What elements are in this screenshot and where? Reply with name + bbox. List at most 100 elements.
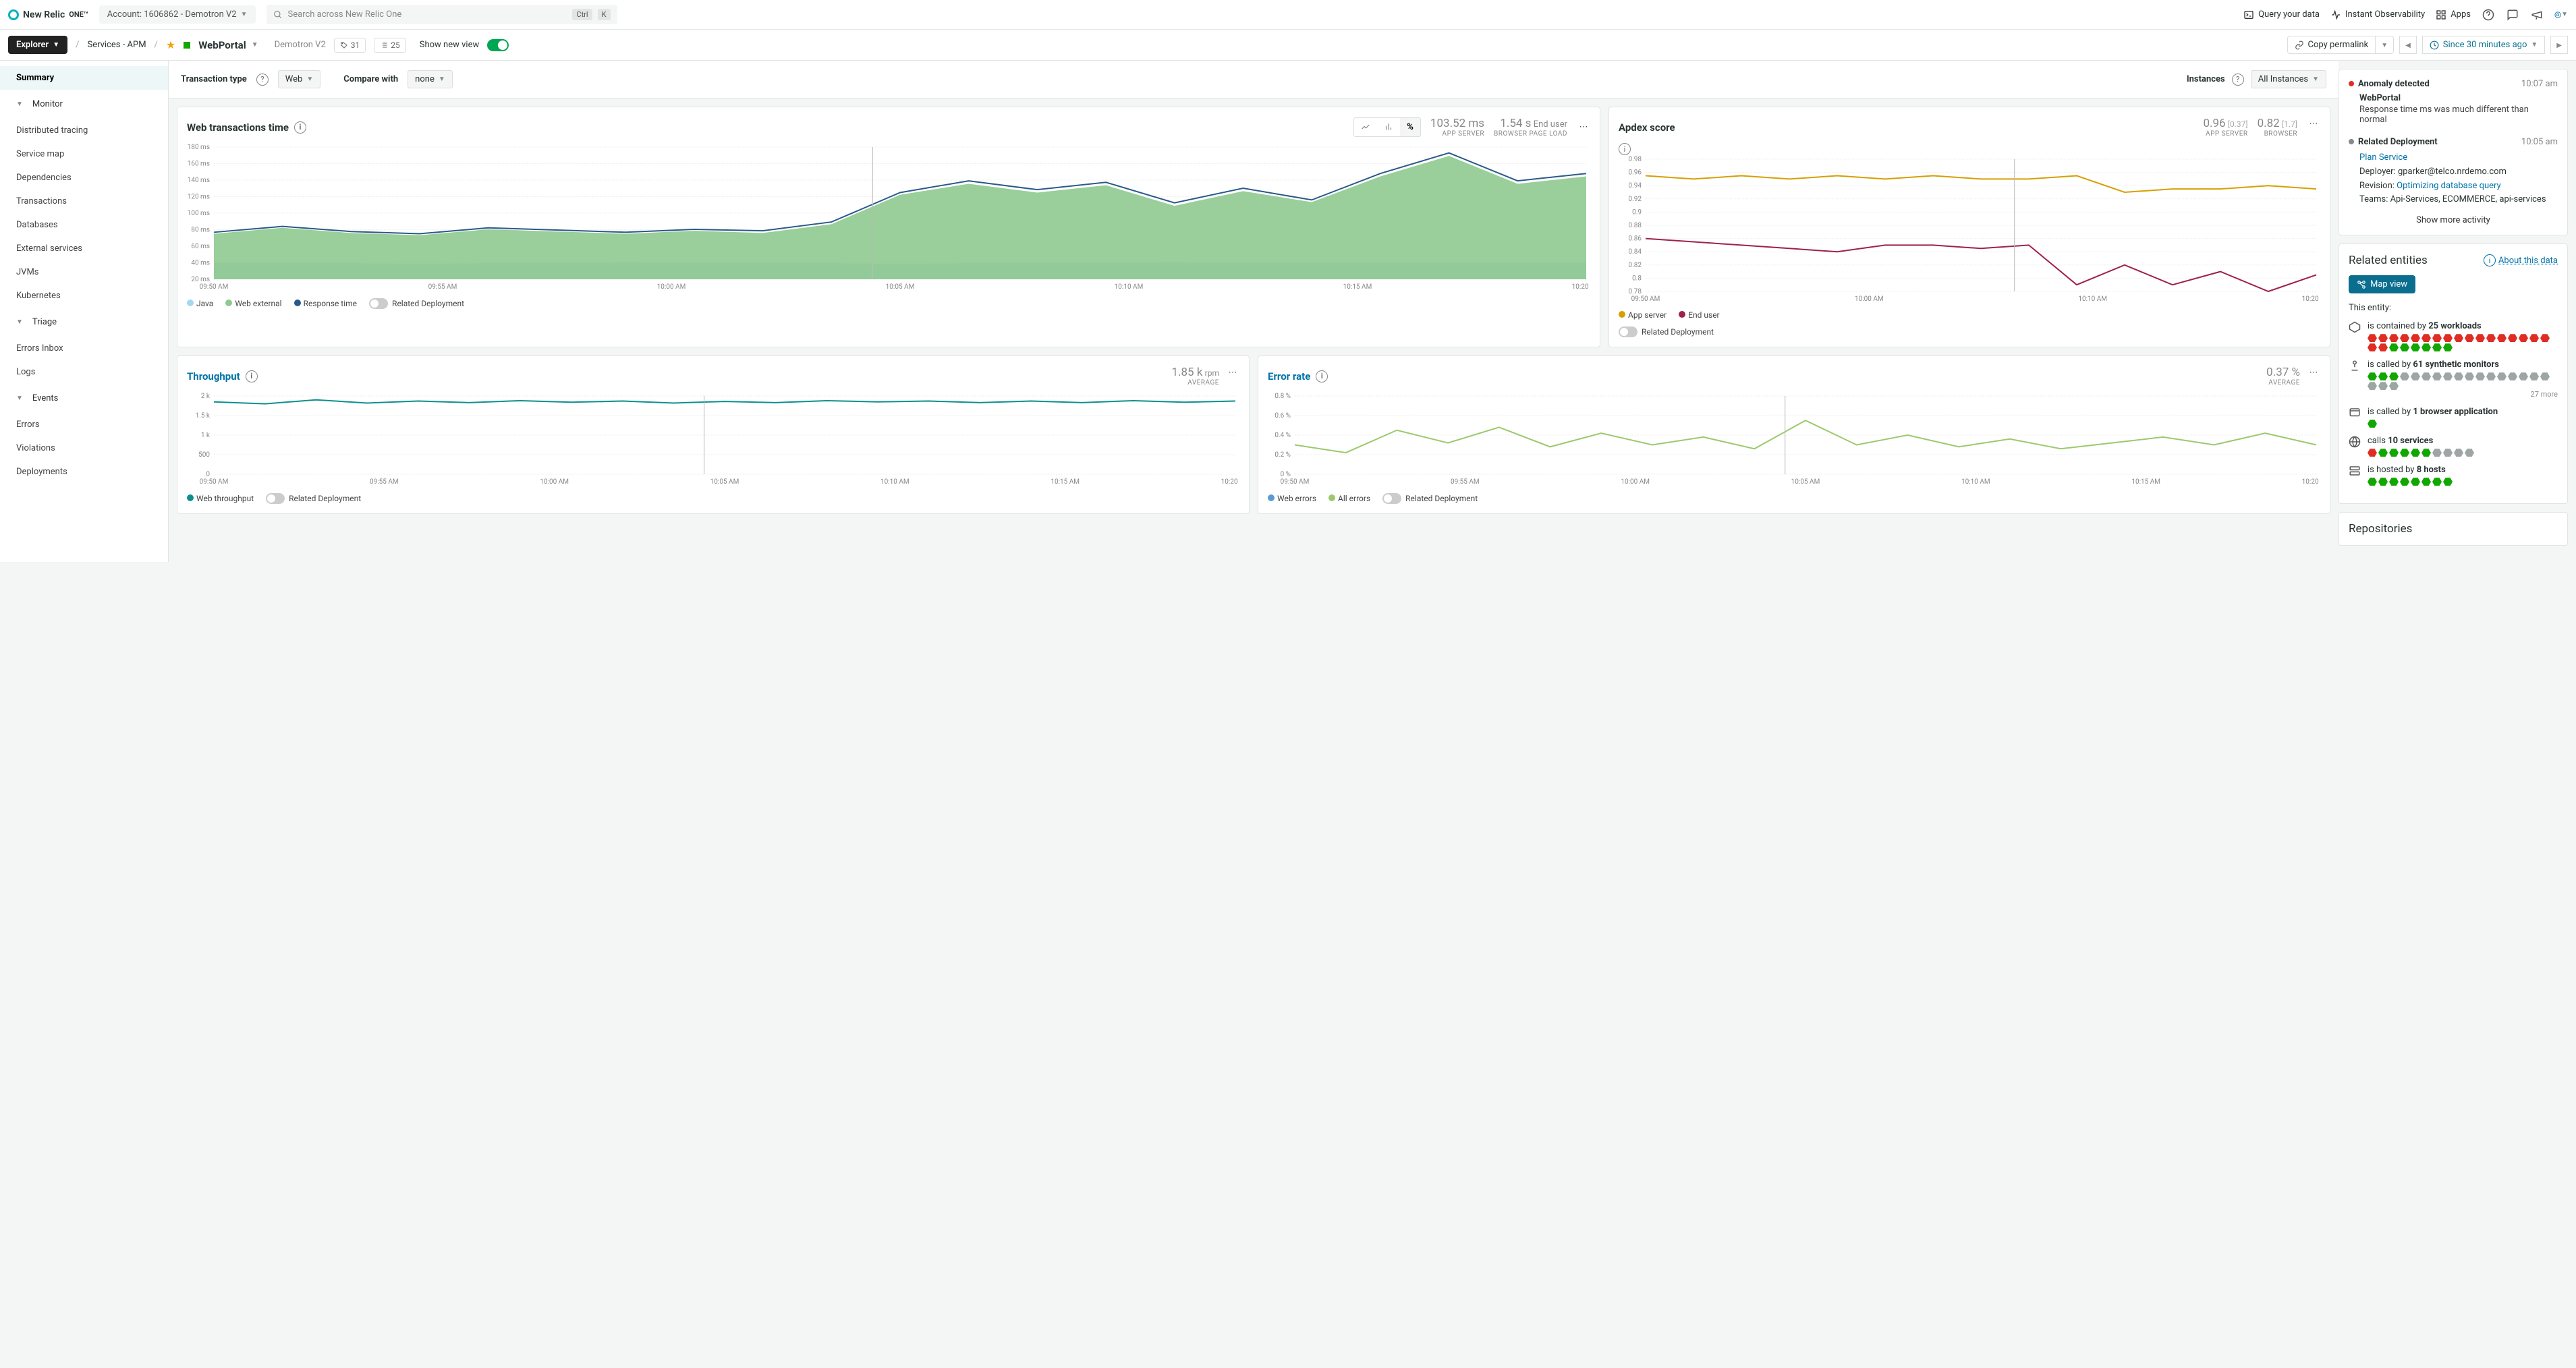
card-title[interactable]: Throughputi (187, 370, 258, 382)
sidebar-item[interactable]: Dependencies (0, 166, 168, 190)
sidebar-item[interactable]: JVMs (0, 260, 168, 284)
line-view-icon[interactable] (1354, 118, 1377, 136)
sidebar-item[interactable]: Errors (0, 413, 168, 436)
info-icon[interactable]: i (294, 121, 306, 134)
instant-obs-link[interactable]: Instant Observability (2330, 9, 2425, 20)
info-icon[interactable]: i (1316, 370, 1328, 382)
svg-text:09:55 AM: 09:55 AM (370, 478, 399, 486)
user-menu[interactable]: ▼ (2554, 8, 2568, 22)
sidebar-item[interactable]: Deployments (0, 460, 168, 484)
time-next[interactable]: ▶ (2550, 36, 2568, 54)
card-title[interactable]: Error ratei (1268, 370, 1328, 382)
entity-browser[interactable]: is called by 1 browser application (2349, 407, 2558, 428)
time-label: Since 30 minutes ago (2443, 40, 2527, 50)
svg-text:10:05 AM: 10:05 AM (710, 478, 739, 486)
show-more-link[interactable]: Show more activity (2349, 207, 2558, 225)
deploy-toggle[interactable] (266, 493, 285, 504)
about-data-link[interactable]: About this data (2498, 256, 2558, 266)
sidebar-item-summary[interactable]: Summary (0, 66, 168, 90)
svg-text:10:10 AM: 10:10 AM (880, 478, 909, 486)
svg-text:0.6 %: 0.6 % (1275, 412, 1291, 420)
list-icon (380, 41, 388, 49)
entity-synthetic[interactable]: is called by 61 synthetic monitors 27 mo… (2349, 360, 2558, 399)
deploy-service-link[interactable]: Plan Service (2359, 151, 2558, 165)
help-icon[interactable]: ? (256, 74, 269, 86)
service-selector[interactable]: WebPortal ▼ (198, 39, 258, 51)
browser-sub: BROWSER PAGE LOAD (1494, 130, 1567, 138)
list-pill[interactable]: 25 (374, 38, 406, 53)
more-icon[interactable]: ⋯ (1226, 366, 1239, 379)
logo[interactable]: New Relic ONE™ (8, 9, 88, 20)
time-prev[interactable]: ◀ (2399, 36, 2417, 54)
breadcrumb-services[interactable]: Services - APM (87, 40, 146, 50)
error-chart[interactable]: 0 %0.2 %0.4 %0.6 %0.8 %09:50 AM09:55 AM1… (1268, 392, 2320, 486)
sidebar-item[interactable]: Databases (0, 213, 168, 237)
svg-text:0.8: 0.8 (1632, 275, 1642, 282)
show-new-toggle[interactable] (487, 39, 509, 51)
bar-view-icon[interactable] (1377, 118, 1400, 136)
map-view-button[interactable]: Map view (2349, 275, 2415, 293)
sidebar-item[interactable]: Distributed tracing (0, 119, 168, 142)
star-icon[interactable]: ★ (166, 38, 175, 51)
svg-text:0.82: 0.82 (1629, 262, 1642, 269)
sidebar-item[interactable]: Transactions (0, 190, 168, 213)
svg-text:0.96: 0.96 (1629, 169, 1642, 177)
instances-select[interactable]: All Instances▼ (2251, 70, 2326, 88)
allerr-dot (1328, 494, 1335, 501)
copy-permalink-button[interactable]: Copy permalink (2287, 36, 2376, 54)
global-search[interactable]: Search across New Relic One Ctrl K (267, 5, 617, 24)
permalink-dropdown[interactable]: ▼ (2376, 36, 2394, 54)
deploy-toggle[interactable] (369, 298, 388, 309)
more-icon[interactable]: ⋯ (2307, 117, 2320, 130)
entity-hosts[interactable]: is hosted by 8 hosts (2349, 465, 2558, 486)
svg-text:0.94: 0.94 (1629, 182, 1642, 190)
time-picker[interactable]: Since 30 minutes ago ▼ (2422, 36, 2546, 54)
announce-icon[interactable] (2530, 8, 2544, 22)
info-icon[interactable]: i (1619, 143, 1631, 155)
app-server-time: 103.52 ms (1430, 117, 1484, 130)
explorer-button[interactable]: Explorer ▼ (8, 36, 67, 54)
clock-icon (2430, 40, 2439, 50)
sidebar-section-events[interactable]: ▼ Events (0, 384, 168, 413)
entity-services[interactable]: calls 10 services (2349, 436, 2558, 457)
pct-view[interactable]: % (1400, 118, 1420, 136)
compare-select[interactable]: none▼ (408, 70, 453, 88)
apps-link[interactable]: Apps (2436, 9, 2471, 20)
sidebar-item[interactable]: External services (0, 237, 168, 260)
more-icon[interactable]: ⋯ (2307, 366, 2320, 379)
web-transactions-card: Web transactions time i % 103.52 ms (177, 107, 1600, 347)
apdex-chart[interactable]: 0.780.80.820.840.860.880.90.920.940.960.… (1619, 155, 2320, 304)
sidebar-item[interactable]: Violations (0, 436, 168, 460)
sidebar-item[interactable]: Service map (0, 142, 168, 166)
svg-text:10:00 AM: 10:00 AM (1855, 295, 1884, 303)
info-icon[interactable]: i (2484, 254, 2496, 266)
deploy-toggle[interactable] (1619, 326, 1637, 337)
sidebar-item[interactable]: Errors Inbox (0, 337, 168, 360)
java-dot (187, 300, 194, 306)
sidebar-item[interactable]: Logs (0, 360, 168, 384)
info-icon[interactable]: i (246, 370, 258, 382)
tags-pill[interactable]: 31 (334, 38, 366, 53)
anomaly-title: Anomaly detected (2358, 79, 2430, 89)
txn-type-select[interactable]: Web▼ (278, 70, 320, 88)
entity-workloads[interactable]: is contained by 25 workloads (2349, 321, 2558, 351)
sidebar-section-triage[interactable]: ▼ Triage (0, 308, 168, 337)
chart-view-toggle[interactable]: % (1353, 117, 1421, 137)
throughput-chart[interactable]: 05001 k1.5 k2 k09:50 AM09:55 AM10:00 AM1… (187, 392, 1239, 486)
sidebar-section-monitor[interactable]: ▼ Monitor (0, 90, 168, 119)
web-transactions-chart[interactable]: 20 ms40 ms60 ms80 ms100 ms120 ms140 ms16… (187, 143, 1590, 291)
feedback-icon[interactable] (2506, 8, 2519, 22)
deploy-toggle[interactable] (1382, 493, 1401, 504)
help-icon[interactable] (2482, 8, 2495, 22)
tag-count: 31 (351, 40, 360, 50)
sidebar-item[interactable]: Kubernetes (0, 284, 168, 308)
account-selector[interactable]: Account: 1606862 - Demotron V2 ▼ (99, 5, 256, 24)
card-title: Web transactions time i (187, 121, 306, 134)
query-data-link[interactable]: Query your data (2243, 9, 2320, 20)
help-icon[interactable]: ? (2232, 74, 2244, 86)
throughput-dot (187, 494, 194, 501)
more-icon[interactable]: ⋯ (1577, 121, 1590, 134)
error-val: 0.37 % (2266, 366, 2300, 379)
deploy-revision-link[interactable]: Optimizing database query (2397, 181, 2501, 191)
globe-icon (2349, 436, 2361, 448)
